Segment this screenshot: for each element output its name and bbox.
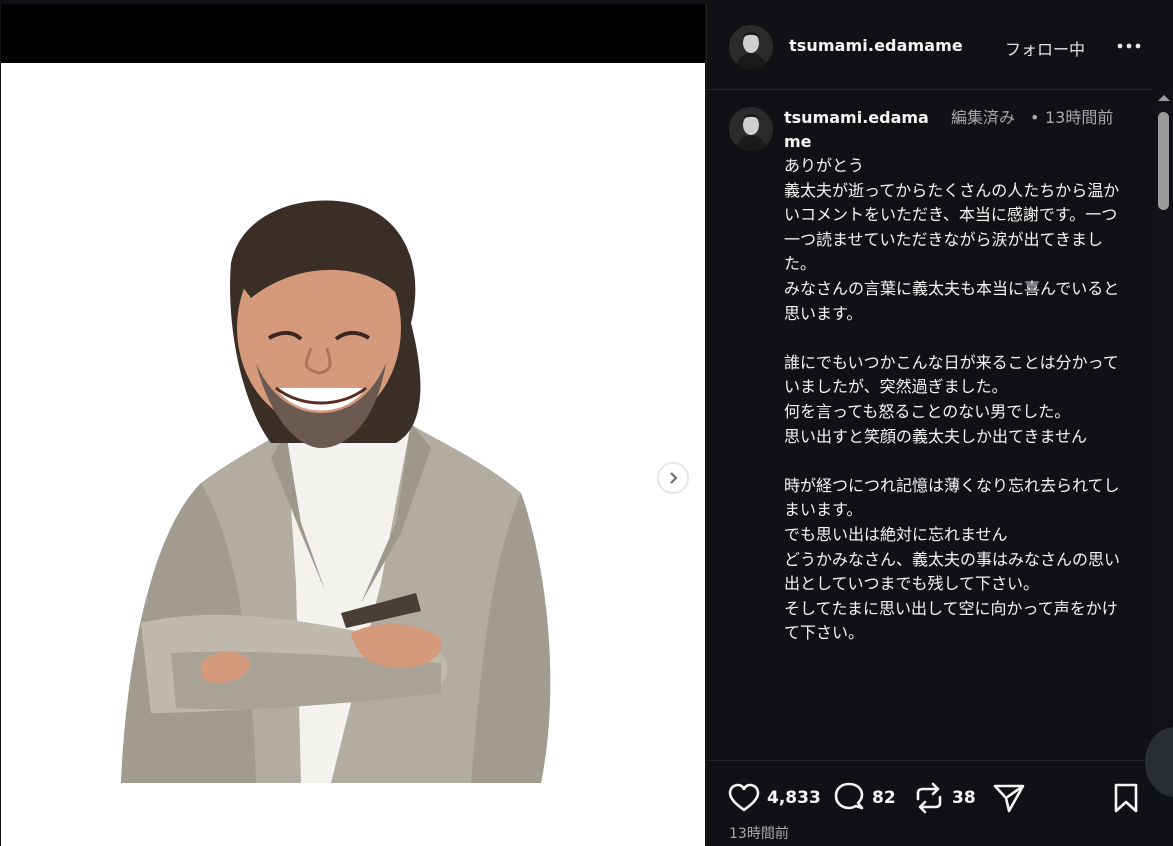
comment-button[interactable]: 82 xyxy=(832,781,896,815)
repost-count: 38 xyxy=(952,788,976,808)
next-image-button[interactable] xyxy=(657,462,689,494)
profile-picture xyxy=(729,25,773,69)
action-bar: 4,833 82 38 13時間前 xyxy=(707,760,1173,846)
post-header: tsumami.edamame フォロー中 xyxy=(707,4,1153,90)
edited-label: 編集済み xyxy=(951,108,1016,127)
heart-icon xyxy=(728,783,760,812)
repost-icon xyxy=(916,782,942,814)
chevron-right-icon xyxy=(670,472,678,484)
repost-button[interactable]: 38 xyxy=(912,781,976,815)
post-username[interactable]: tsumami.edamame xyxy=(789,36,963,55)
separator-dot: • xyxy=(1030,108,1040,127)
following-button[interactable]: フォロー中 xyxy=(1005,36,1085,60)
man-portrait-image xyxy=(121,200,551,783)
caption-username[interactable]: tsumami.edamame xyxy=(784,106,944,154)
avatar[interactable] xyxy=(729,25,773,69)
post-timestamp[interactable]: 13時間前 xyxy=(729,823,789,843)
media-top-bar xyxy=(1,4,705,63)
instagram-post-window: tsumami.edamame フォロー中 tsumami.edamame 編集… xyxy=(0,0,1173,846)
send-icon xyxy=(993,784,1025,813)
scroll-up-arrow-icon[interactable] xyxy=(1158,95,1170,101)
like-count: 4,833 xyxy=(767,788,821,808)
caption-text: ありがとう 義太夫が逝ってからたくさんの人たちから温かいコメントをいただき、本当… xyxy=(784,156,1121,643)
avatar[interactable] xyxy=(729,107,773,151)
scrollbar-thumb[interactable] xyxy=(1158,112,1169,210)
share-button[interactable] xyxy=(992,781,1026,815)
scrollbar[interactable] xyxy=(1153,90,1173,760)
comment-icon xyxy=(834,782,864,810)
caption-area: tsumami.edamame 編集済み • 13時間前 ありがとう 義太夫が逝… xyxy=(707,90,1153,760)
caption-timestamp[interactable]: 13時間前 xyxy=(1045,106,1115,130)
more-options-button[interactable] xyxy=(1116,37,1142,55)
comment-count: 82 xyxy=(872,788,896,808)
save-button[interactable] xyxy=(1111,781,1141,815)
profile-picture xyxy=(729,107,773,151)
post-side-panel: tsumami.edamame フォロー中 tsumami.edamame 編集… xyxy=(706,4,1173,846)
post-media xyxy=(1,4,705,846)
like-button[interactable]: 4,833 xyxy=(727,781,821,815)
post-photo xyxy=(1,63,705,846)
bookmark-icon xyxy=(1114,783,1138,813)
more-horizontal-icon xyxy=(1117,43,1141,49)
